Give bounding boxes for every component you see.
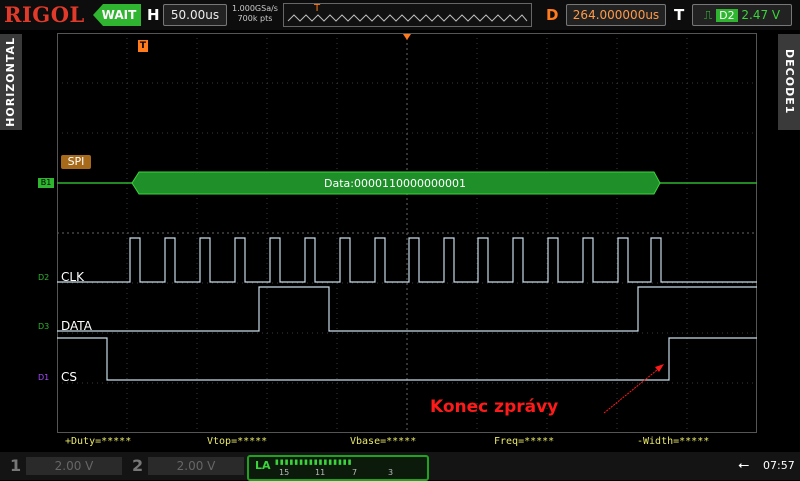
waveform-display[interactable]: [57, 33, 757, 433]
la-tick-15: 15: [279, 468, 290, 477]
screen-trigger-marker[interactable]: T: [138, 40, 148, 52]
horizontal-label: H: [147, 6, 160, 24]
measurement-vtop[interactable]: Vtop=*****: [207, 436, 267, 447]
memory-timeline[interactable]: T: [283, 3, 532, 27]
channel-marker-b1[interactable]: B1: [38, 178, 54, 188]
channel-marker-d3[interactable]: D3: [38, 322, 49, 331]
top-bar: RIGOL WAIT H 50.00us 1.000GSa/s 700k pts…: [0, 0, 800, 30]
brand-logo: RIGOL: [4, 2, 85, 27]
trigger-level: 2.47 V: [741, 8, 781, 22]
sample-rate: 1.000GSa/s: [232, 4, 278, 13]
measurement-width[interactable]: -Width=*****: [637, 436, 709, 447]
trigger-label: T: [674, 6, 685, 24]
run-status-badge[interactable]: WAIT: [93, 4, 141, 26]
timebase-value[interactable]: 50.00us: [163, 4, 227, 26]
timeline-waveform-icon: [287, 14, 528, 22]
measurement-duty[interactable]: +Duty=*****: [65, 436, 131, 447]
channel-marker-d1[interactable]: D1: [38, 373, 49, 382]
delay-value[interactable]: 264.000000us: [566, 4, 666, 26]
grid-center-axes: [57, 33, 757, 433]
horizontal-tab-label: HORIZONTAL: [4, 37, 17, 127]
decode-menu-tab[interactable]: DECODE1: [778, 34, 800, 130]
trigger-source: D2: [716, 9, 738, 22]
acquisition-info: 1.000GSa/s 700k pts: [229, 4, 281, 24]
channel-marker-d2[interactable]: D2: [38, 273, 49, 282]
channel-label-clk: CLK: [61, 270, 84, 284]
ch1-number: 1: [10, 456, 22, 475]
la-tick-7: 7: [352, 468, 358, 477]
timeline-trigger-marker: T: [314, 3, 321, 14]
la-tick-11: 11: [315, 468, 326, 477]
bus-protocol-label[interactable]: SPI: [61, 155, 91, 169]
decode-tab-label: DECODE1: [783, 49, 796, 115]
trigger-settings[interactable]: ⎍ D2 2.47 V: [692, 4, 792, 26]
annotation-arrow: [603, 365, 663, 414]
measurement-bar: +Duty=***** Vtop=***** Vbase=***** Freq=…: [57, 436, 757, 450]
horizontal-menu-tab[interactable]: HORIZONTAL: [0, 34, 22, 130]
la-label: LA: [255, 459, 271, 472]
ch1-scale-button[interactable]: 2.00 V: [26, 457, 122, 475]
annotation-text: Konec zprávy: [430, 397, 559, 417]
la-tick-3: 3: [388, 468, 394, 477]
usb-icon: ⭠: [738, 457, 750, 473]
logic-analyzer-button[interactable]: LA ▮▮▮▮▮▮▮▮▮▮▮▮▮▮▮▮ 15 11 7 3: [247, 455, 429, 481]
memory-depth: 700k pts: [237, 14, 273, 23]
la-channel-indicators: ▮▮▮▮▮▮▮▮▮▮▮▮▮▮▮▮: [275, 458, 353, 466]
ch2-number: 2: [132, 456, 144, 475]
clock-time: 07:57: [763, 459, 795, 472]
channel-label-data: DATA: [61, 319, 92, 333]
delay-label: D: [546, 6, 559, 24]
measurement-vbase[interactable]: Vbase=*****: [350, 436, 416, 447]
trigger-edge-icon: ⎍: [703, 8, 713, 22]
trigger-position-marker[interactable]: [403, 34, 411, 40]
ch2-scale-button[interactable]: 2.00 V: [148, 457, 244, 475]
measurement-freq[interactable]: Freq=*****: [494, 436, 554, 447]
channel-label-cs: CS: [61, 370, 77, 384]
bus-data-value: Data:0000110000000001: [324, 177, 466, 190]
